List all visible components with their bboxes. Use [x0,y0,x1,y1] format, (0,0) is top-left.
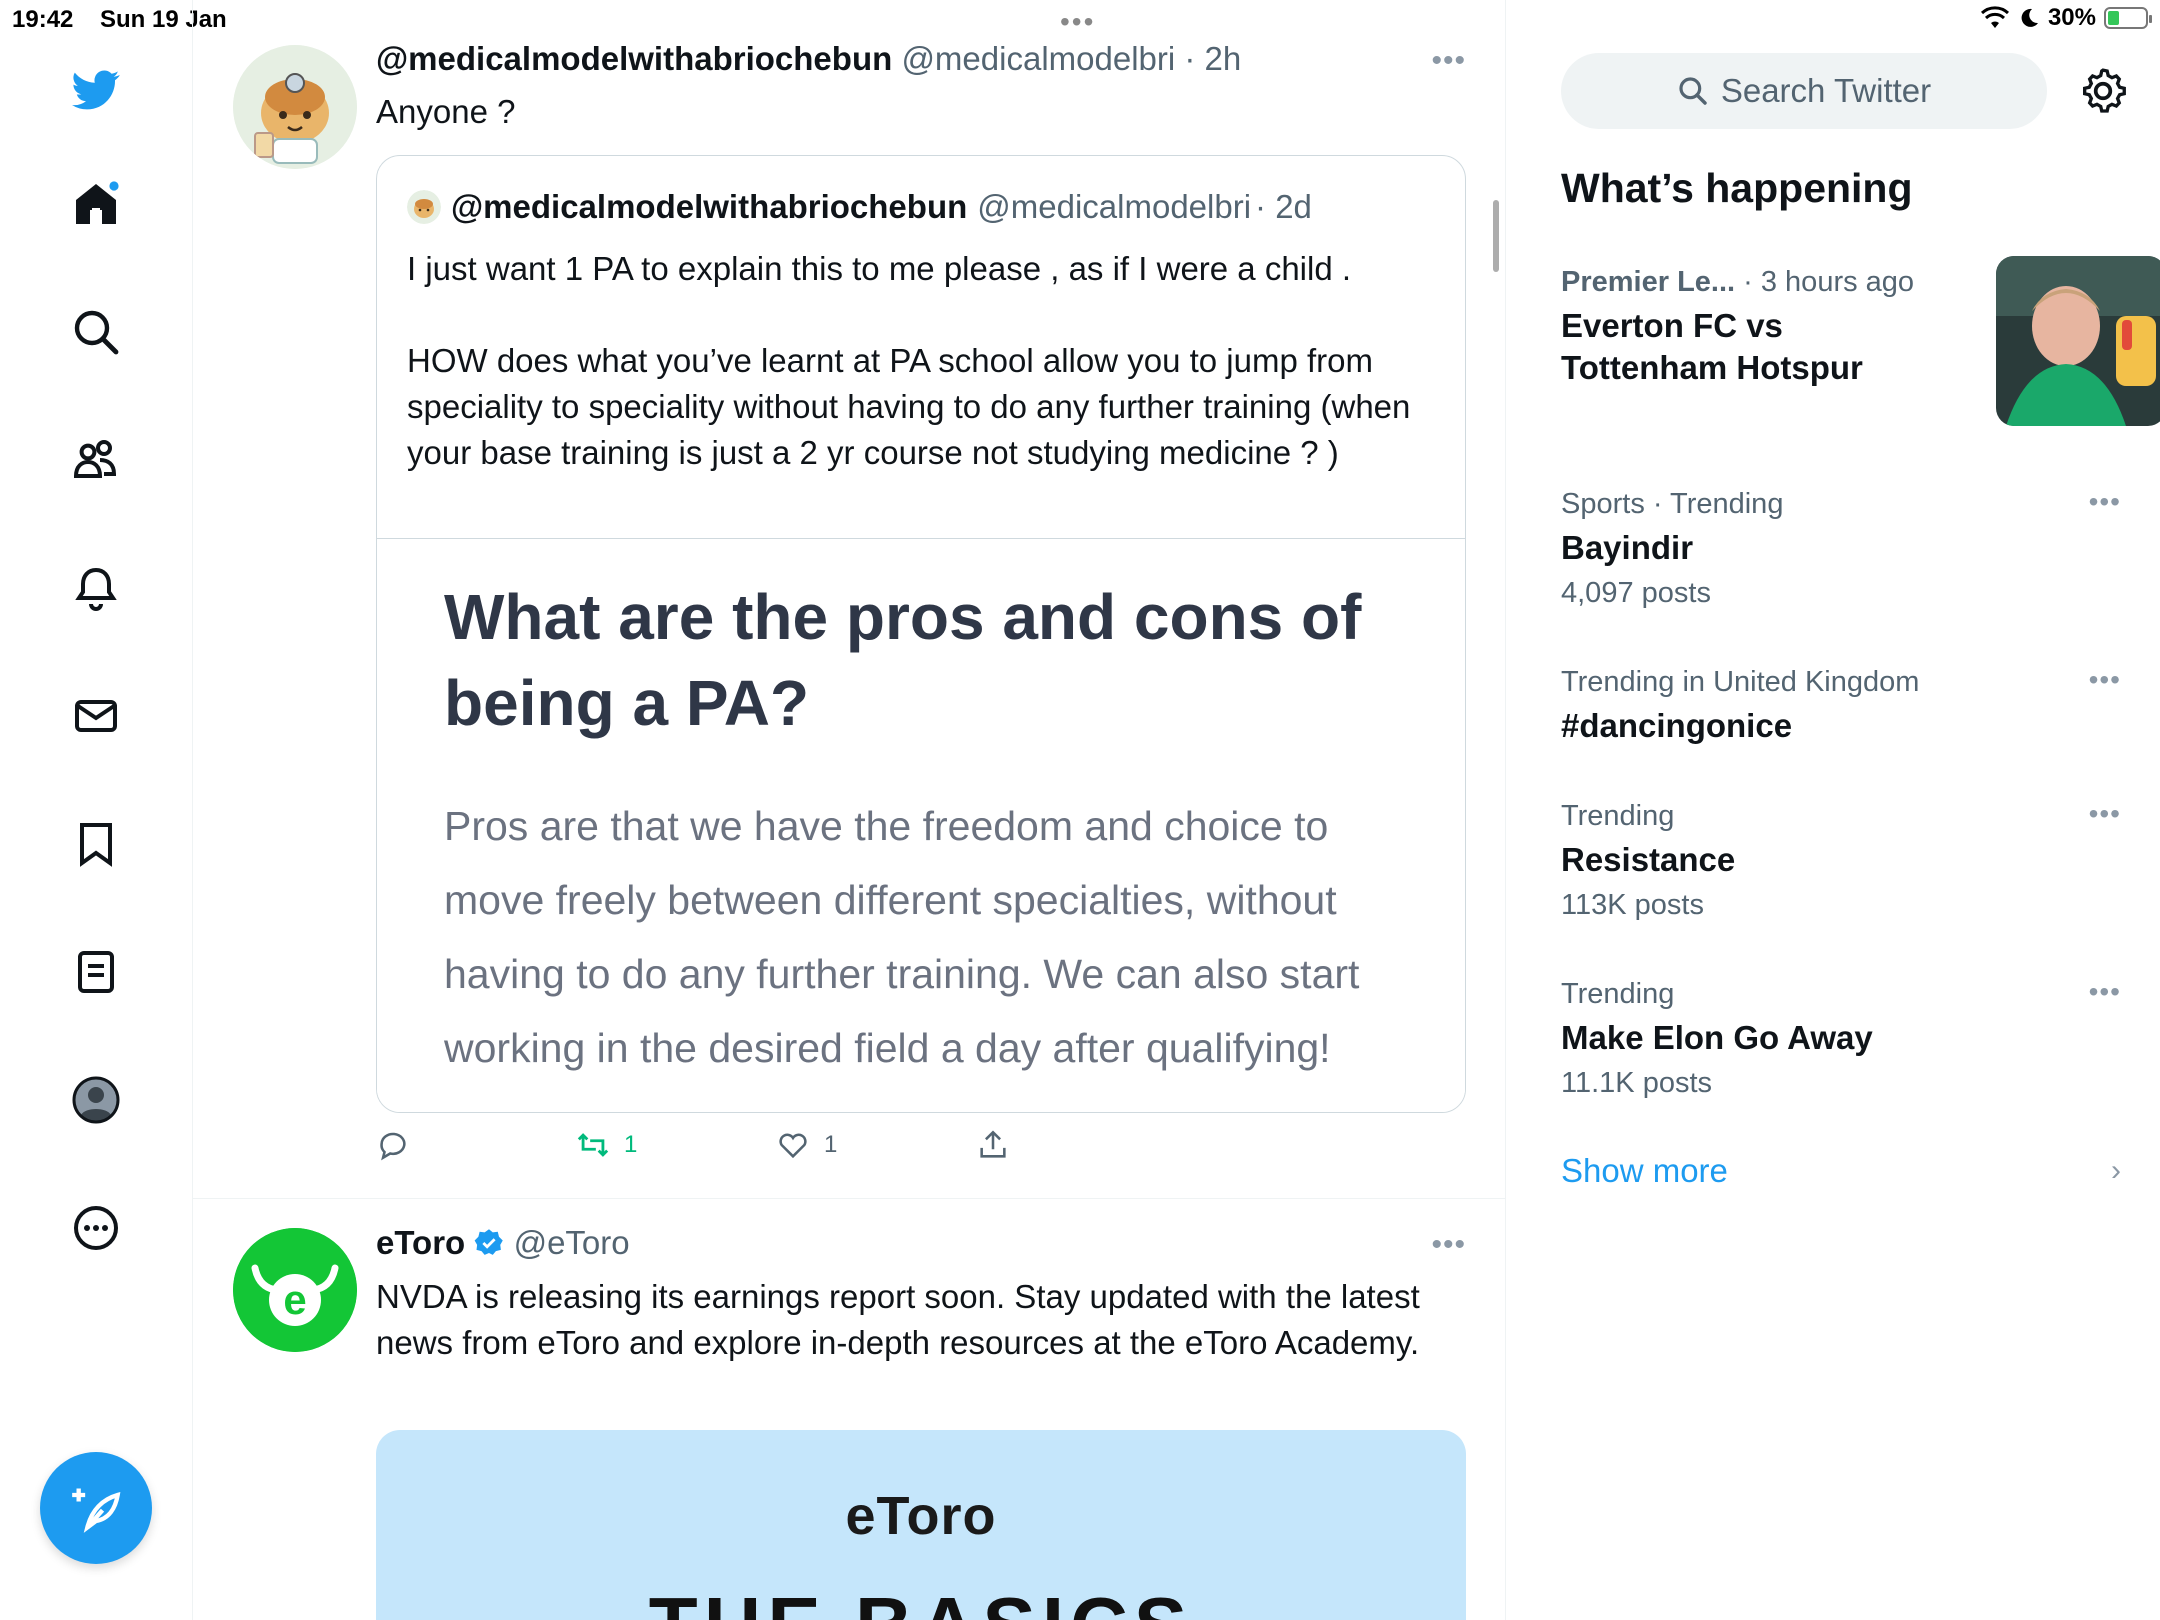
media-headline: THE BASICS [376,1580,1466,1620]
quoted-media-image[interactable]: What are the pros and cons of being a PA… [377,538,1465,1112]
retweet-count: 1 [624,1131,638,1158]
whats-happening-title: What’s happening [1561,165,1913,211]
quoted-tweet-time: · 2d [1255,188,1312,225]
tweet-header: eToro @eToro [376,1224,630,1262]
scrollbar[interactable] [1493,200,1499,272]
lists-icon[interactable] [66,942,126,1002]
settings-button[interactable] [2078,66,2128,116]
divider [193,1198,1506,1199]
timeline[interactable]: @medicalmodelwithabriochebun @medicalmod… [193,0,1506,1620]
tweet-author-handle[interactable]: @medicalmodelbri [901,40,1175,77]
etoro-avatar[interactable]: e [233,1228,357,1352]
chevron-right-icon: › [2111,1154,2121,1187]
avatar[interactable] [233,45,357,169]
tweet-author-handle[interactable]: @eToro [514,1224,630,1261]
search-placeholder: Search Twitter [1720,72,1932,109]
promoted-media-image[interactable]: eToro THE BASICS [376,1430,1466,1620]
quoted-avatar [407,190,441,224]
media-title: What are the pros and cons of being a PA… [444,581,1362,739]
trend-topic: #dancingonice [1561,707,1793,744]
right-sidebar: Search Twitter What’s happening Premier … [1506,0,2160,1620]
heart-icon [779,1133,807,1159]
compose-tweet-button[interactable] [40,1452,152,1564]
trend-meta: Trending [1561,800,1675,832]
tweet-text: NVDA is releasing its earnings report so… [376,1278,1420,1361]
notifications-icon[interactable] [66,558,126,618]
like-button[interactable]: 1 [776,1128,837,1162]
twitter-logo-icon[interactable] [66,60,126,120]
trend-meta: Sports · Trending [1561,488,1784,520]
verified-badge-icon [475,1229,504,1255]
quoted-author-handle: @medicalmodelbri [977,188,1252,225]
trend-more-icon[interactable]: ••• [2089,664,2121,696]
trend-more-icon[interactable]: ••• [2089,486,2121,518]
gear-icon [2083,68,2126,113]
quoted-tweet[interactable]: @medicalmodelwithabriochebun @medicalmod… [376,155,1466,1113]
quoted-text-paragraph: HOW does what you’ve learnt at PA school… [407,342,1411,471]
like-count: 1 [824,1131,838,1158]
trend-topic: Make Elon Go Away [1561,1019,1873,1056]
trend-post-count: 113K posts [1561,889,1704,921]
svg-text:e: e [283,1276,306,1323]
trend-item[interactable]: Trending Make Elon Go Away 11.1K posts •… [1561,976,2121,1100]
compose-tweet-icon [72,1488,121,1533]
trend-topic: Resistance [1561,841,1736,878]
profile-icon[interactable] [66,1070,126,1130]
share-button[interactable] [976,1128,1010,1162]
show-more-link[interactable]: Show more › [1561,1152,2121,1190]
quoted-author-name: @medicalmodelwithabriochebun [451,188,968,225]
reply-icon [380,1132,406,1161]
left-nav [0,0,193,1620]
retweet-button[interactable]: 1 [576,1128,637,1162]
trend-topic: Everton FC vs Tottenham Hotspur [1561,307,1863,386]
trend-post-count: 11.1K posts [1561,1067,1713,1099]
quoted-tweet-header: @medicalmodelwithabriochebun @medicalmod… [407,188,1312,226]
etoro-logo: eToro [845,1486,997,1546]
tweet-author-name[interactable]: @medicalmodelwithabriochebun [376,40,892,77]
tweet-header: @medicalmodelwithabriochebun @medicalmod… [376,40,1241,78]
trend-topic: Bayindir [1561,529,1694,566]
retweet-icon [577,1133,609,1157]
share-icon [980,1130,1006,1158]
search-input[interactable]: Search Twitter [1561,53,2047,129]
media-body-text: Pros are that we have the freedom and ch… [444,803,1360,1071]
trend-more-icon[interactable]: ••• [2089,798,2121,830]
trend-item[interactable]: Trending in United Kingdom #dancingonice… [1561,664,2121,747]
tweet-more-icon[interactable]: ••• [1431,44,1466,78]
search-icon[interactable] [66,302,126,362]
trend-time: · 3 hours ago [1743,266,1915,298]
quoted-tweet-text: I just want 1 PA to explain this to me p… [407,246,1447,476]
search-icon [1679,77,1707,105]
trend-meta: Trending in United Kingdom [1561,666,1920,698]
reply-button[interactable] [376,1128,410,1162]
trend-thumbnail[interactable] [1996,256,2160,426]
tweet-actions: 1 1 [376,1128,1276,1172]
trend-category: Premier Le... [1561,266,1736,298]
tweet-more-icon[interactable]: ••• [1431,1228,1466,1262]
tweet-text: Anyone ? [376,93,516,130]
bookmarks-icon[interactable] [66,814,126,874]
more-icon[interactable] [66,1198,126,1258]
trend-meta: Trending [1561,978,1675,1010]
trend-item[interactable]: Sports · Trending Bayindir 4,097 posts •… [1561,486,2121,610]
tweet-author-name[interactable]: eToro [376,1224,465,1261]
communities-icon[interactable] [66,430,126,490]
home-icon[interactable] [66,174,126,234]
show-more-label: Show more [1561,1152,1728,1189]
messages-icon[interactable] [66,686,126,746]
trend-item[interactable]: Trending Resistance 113K posts ••• [1561,798,2121,922]
trend-item[interactable]: Premier Le... · 3 hours ago Everton FC v… [1561,256,2160,426]
quoted-text-line: I just want 1 PA to explain this to me p… [407,250,1352,287]
tweet-time[interactable]: · 2h [1184,40,1241,77]
trend-post-count: 4,097 posts [1561,577,1711,609]
trend-more-icon[interactable]: ••• [2089,976,2121,1008]
